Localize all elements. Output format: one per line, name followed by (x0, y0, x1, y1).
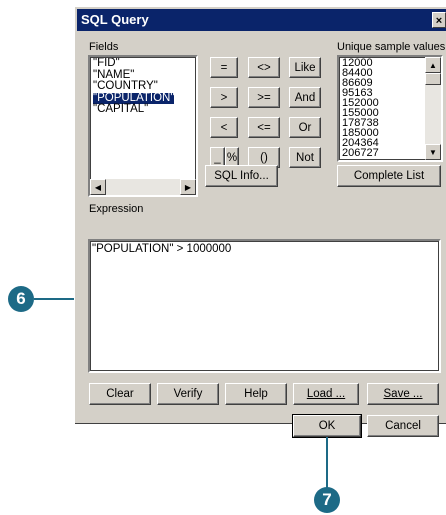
load-button[interactable]: Load ... (293, 383, 359, 405)
sql-query-dialog: SQL Query × Fields "FID" "NAME" "COUNTRY… (74, 6, 446, 438)
fields-list-items: "FID" "NAME" "COUNTRY" "POPULATION" "CAP… (90, 57, 196, 117)
sql-info-button[interactable]: SQL Info... (205, 165, 278, 187)
scroll-down-icon[interactable]: ▼ (425, 144, 441, 160)
dialog-title: SQL Query (81, 12, 149, 27)
verify-button[interactable]: Verify (157, 383, 219, 405)
op-less-button[interactable]: < (210, 117, 238, 138)
expression-text: "POPULATION" > 1000000 (92, 243, 232, 255)
clear-button[interactable]: Clear (89, 383, 151, 405)
op-and-button[interactable]: And (289, 87, 321, 108)
cancel-button[interactable]: Cancel (367, 415, 439, 437)
field-item-country[interactable]: "COUNTRY" (92, 80, 194, 93)
op-not-button[interactable]: Not (289, 147, 321, 168)
op-greater-equal-button[interactable]: >= (248, 87, 280, 108)
fields-label: Fields (89, 41, 119, 53)
step-7-callout: 7 (314, 487, 340, 513)
ok-button[interactable]: OK (292, 414, 362, 438)
scroll-right-icon[interactable]: ▶ (180, 179, 196, 195)
op-greater-button[interactable]: > (210, 87, 238, 108)
save-button[interactable]: Save ... (367, 383, 439, 405)
step-7-number: 7 (322, 490, 332, 509)
scroll-thumb[interactable] (425, 73, 441, 85)
fields-hscrollbar[interactable]: ◀ ▶ (90, 179, 196, 195)
expression-textarea[interactable]: "POPULATION" > 1000000 (88, 239, 441, 373)
op-not-equal-button[interactable]: <> (248, 57, 280, 78)
complete-list-button[interactable]: Complete List (337, 165, 441, 187)
op-equals-button[interactable]: = (210, 57, 238, 78)
fields-list[interactable]: "FID" "NAME" "COUNTRY" "POPULATION" "CAP… (88, 55, 198, 197)
unique-values-list[interactable]: 12000 84400 86609 95163 152000 155000 17… (337, 55, 443, 162)
help-button[interactable]: Help (225, 383, 287, 405)
op-less-equal-button[interactable]: <= (248, 117, 280, 138)
scroll-up-icon[interactable]: ▲ (425, 57, 441, 73)
unique-values-label: Unique sample values (337, 41, 446, 53)
close-icon: × (435, 15, 443, 27)
field-item-capital[interactable]: "CAPITAL" (92, 103, 194, 116)
op-or-button[interactable]: Or (289, 117, 321, 138)
expression-label: Expression (89, 203, 144, 215)
op-like-button[interactable]: Like (289, 57, 321, 78)
title-bar[interactable]: SQL Query × (77, 9, 446, 31)
close-button[interactable]: × (432, 12, 446, 28)
step-6-number: 6 (16, 289, 26, 308)
scroll-left-icon[interactable]: ◀ (90, 179, 106, 195)
unique-values-vscrollbar[interactable]: ▲ ▼ (425, 57, 441, 160)
step-6-callout: 6 (8, 286, 34, 312)
